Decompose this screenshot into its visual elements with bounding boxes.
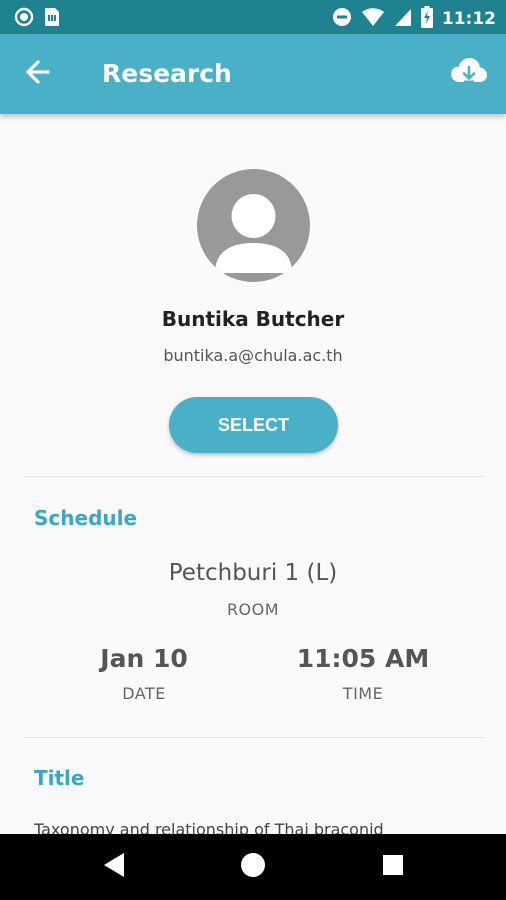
app-bar: Research — [0, 34, 506, 114]
home-circle-icon — [240, 852, 266, 882]
record-icon — [14, 7, 34, 31]
room-label: ROOM — [226, 600, 280, 619]
status-bar: 11:12 — [0, 0, 506, 34]
content-area[interactable]: Buntika Butcher buntika.a@chula.ac.th SE… — [0, 114, 506, 834]
date-column: Jan 10 DATE — [44, 642, 244, 703]
select-button[interactable]: SELECT — [169, 397, 338, 453]
title-heading: Title — [34, 766, 85, 790]
arrow-back-icon — [25, 59, 51, 89]
research-title-text: Taxonomy and relationship of Thai bracon… — [34, 820, 384, 834]
person-icon — [215, 194, 292, 273]
room-value: Petchburi 1 (L) — [168, 560, 338, 586]
status-time: 11:12 — [441, 9, 496, 29]
back-triangle-icon — [102, 852, 126, 882]
time-column: 11:05 AM TIME — [263, 642, 463, 703]
cloud-download-icon — [450, 56, 488, 92]
date-label: DATE — [122, 684, 166, 703]
back-button[interactable] — [20, 56, 56, 92]
nav-home-button[interactable] — [235, 849, 271, 885]
download-button[interactable] — [448, 54, 490, 94]
page-title: Research — [102, 59, 232, 88]
signal-icon — [394, 7, 412, 31]
profile-email: buntika.a@chula.ac.th — [163, 346, 343, 365]
recents-square-icon — [382, 854, 404, 880]
time-value: 11:05 AM — [296, 644, 430, 673]
wifi-icon — [361, 7, 385, 31]
nav-recents-button[interactable] — [375, 849, 411, 885]
divider — [24, 737, 484, 738]
profile-name: Buntika Butcher — [161, 307, 345, 331]
time-label: TIME — [342, 684, 384, 703]
date-value: Jan 10 — [100, 644, 188, 673]
schedule-heading: Schedule — [34, 506, 138, 530]
divider — [24, 476, 484, 477]
sim-card-icon — [44, 7, 60, 31]
do-not-disturb-icon — [332, 7, 352, 31]
avatar — [197, 169, 310, 282]
battery-charging-icon — [420, 6, 433, 32]
navigation-bar — [0, 834, 506, 900]
nav-back-button[interactable] — [96, 849, 132, 885]
